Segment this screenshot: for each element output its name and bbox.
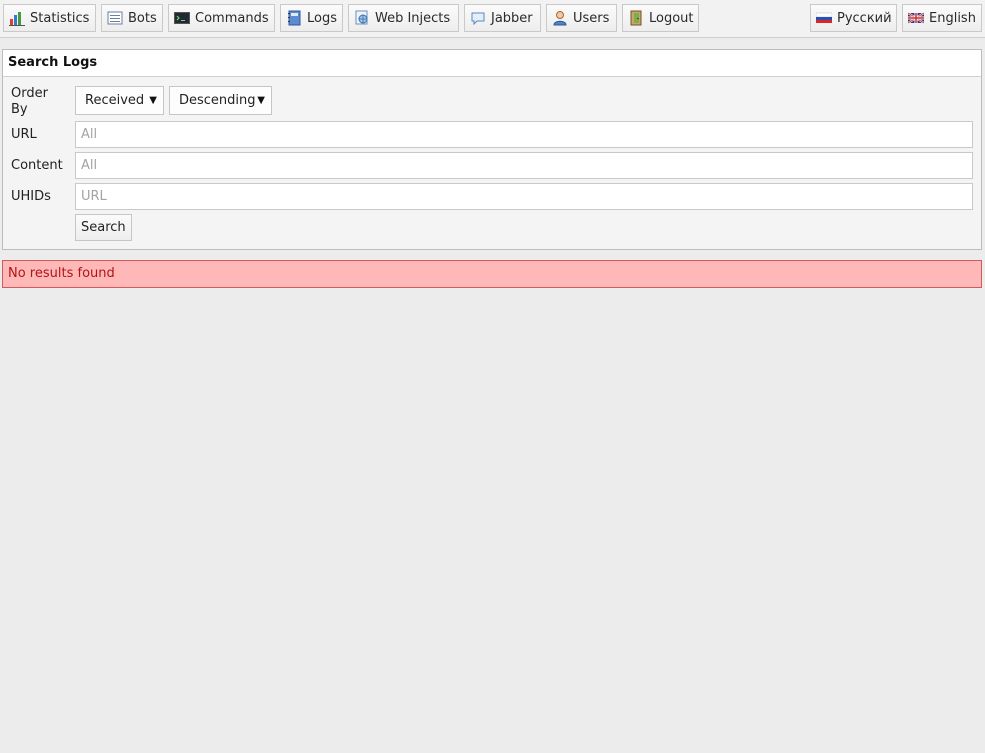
search-logs-panel: Search Logs Order By Received ▼ Descendi… [2, 49, 982, 250]
nav-jabber-button[interactable]: Jabber [464, 4, 541, 32]
user-icon [552, 10, 568, 26]
list-icon [107, 10, 123, 26]
nav-commands-label: Commands [195, 10, 269, 26]
nav-users-label: Users [573, 10, 610, 26]
search-button[interactable]: Search [75, 214, 132, 241]
nav-bots-button[interactable]: Bots [101, 4, 163, 32]
content-label: Content [11, 158, 63, 173]
language-russian-label: Русский [837, 10, 892, 26]
exit-door-icon [628, 10, 644, 26]
url-input[interactable] [75, 121, 973, 148]
nav-users-button[interactable]: Users [546, 4, 617, 32]
nav-web-injects-button[interactable]: Web Injects [348, 4, 459, 32]
nav-statistics-button[interactable]: Statistics [3, 4, 96, 32]
order-direction-dropdown-arrow-icon: ▼ [257, 95, 265, 106]
nav-logout-label: Logout [649, 10, 694, 26]
order-by-dropdown-arrow-icon: ▼ [149, 95, 157, 106]
order-by-label: Order By [11, 86, 48, 117]
order-by-select[interactable]: Received ▼ [75, 86, 164, 115]
nav-logs-button[interactable]: Logs [280, 4, 343, 32]
url-label: URL [11, 127, 37, 142]
nav-bots-label: Bots [128, 10, 157, 26]
uk-flag-icon [908, 10, 924, 26]
language-english-button[interactable]: English [902, 4, 982, 32]
top-navigation-bar: Statistics Bots Commands Logs Web Inject… [0, 0, 985, 38]
order-by-value: Received [85, 93, 145, 108]
russian-flag-icon [816, 10, 832, 26]
uhids-input[interactable] [75, 183, 973, 210]
order-direction-value: Descending [179, 93, 256, 108]
uhids-label: UHIDs [11, 189, 51, 204]
bar-chart-icon [9, 10, 25, 26]
no-results-alert: No results found [2, 260, 982, 288]
terminal-icon [174, 10, 190, 26]
nav-logs-label: Logs [307, 10, 337, 26]
nav-logout-button[interactable]: Logout [622, 4, 699, 32]
nav-statistics-label: Statistics [30, 10, 90, 26]
chat-bubble-icon [470, 10, 486, 26]
content-input[interactable] [75, 152, 973, 179]
panel-title: Search Logs [3, 50, 981, 77]
nav-jabber-label: Jabber [491, 10, 533, 26]
nav-web-injects-label: Web Injects [375, 10, 451, 26]
order-direction-select[interactable]: Descending ▼ [169, 86, 272, 115]
nav-commands-button[interactable]: Commands [168, 4, 275, 32]
language-russian-button[interactable]: Русский [810, 4, 897, 32]
notebook-icon [286, 10, 302, 26]
web-inject-icon [354, 10, 370, 26]
language-english-label: English [929, 10, 976, 26]
